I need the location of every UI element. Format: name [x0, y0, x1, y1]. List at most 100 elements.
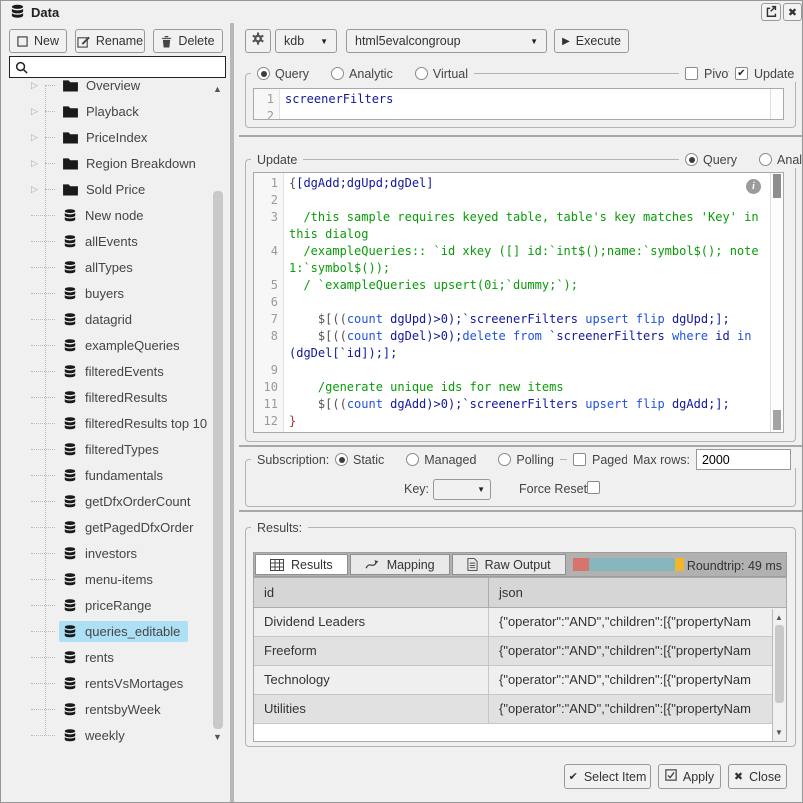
paged-checkbox[interactable] — [573, 453, 586, 466]
apply-button[interactable]: Apply — [658, 764, 721, 789]
tree-item-getpageddfxorder[interactable]: getPagedDfxOrder — [31, 514, 201, 540]
info-icon[interactable]: i — [746, 179, 761, 194]
tree-item-rents[interactable]: rents — [31, 644, 122, 670]
expand-caret-icon[interactable]: ▷ — [31, 132, 45, 143]
radio-polling[interactable]: Polling — [498, 453, 554, 467]
new-button[interactable]: New — [9, 29, 67, 53]
tree-item-pricerange[interactable]: priceRange — [31, 592, 160, 618]
max-rows-input[interactable] — [696, 449, 791, 470]
tree-item-new-node[interactable]: New node — [31, 202, 152, 228]
radio-query[interactable]: Query — [257, 67, 309, 81]
update-mode-radios: Query Analytic — [685, 153, 803, 167]
scroll-down-icon[interactable]: ▼ — [775, 728, 783, 737]
pivot-checkbox[interactable] — [685, 67, 698, 80]
tree-item-rentsvsmortages[interactable]: rentsVsMortages — [31, 670, 191, 696]
radio-button[interactable] — [331, 67, 344, 80]
radio-button[interactable] — [498, 453, 511, 466]
radio-button[interactable] — [685, 153, 698, 166]
radio-button[interactable] — [415, 67, 428, 80]
tree-item-allevents[interactable]: allEvents — [31, 228, 146, 254]
tree-item-examplequeries[interactable]: exampleQueries — [31, 332, 188, 358]
radio-button[interactable] — [257, 67, 270, 80]
tree-item-filteredevents[interactable]: filteredEvents — [31, 358, 172, 384]
tree-connector — [31, 735, 55, 736]
results-legend-label: Results: — [257, 521, 302, 535]
radio-analytic[interactable]: Analytic — [331, 67, 393, 81]
subscription-legend: Subscription: — [251, 451, 335, 468]
update-checkbox[interactable] — [735, 67, 748, 80]
scroll-up-icon[interactable]: ▲ — [775, 613, 783, 622]
table-row-dividend-leaders[interactable]: Dividend Leaders{"operator":"AND","child… — [254, 608, 786, 637]
table-row-utilities[interactable]: Utilities{"operator":"AND","children":[{… — [254, 695, 786, 724]
rename-button[interactable]: Rename — [75, 29, 145, 53]
close-button[interactable]: ✖ — [783, 3, 802, 21]
close-dialog-button[interactable]: ✖ Close — [728, 764, 787, 789]
expand-caret-icon[interactable]: ▷ — [31, 184, 45, 195]
server-type-select[interactable]: kdb ▼ — [275, 29, 337, 53]
radio-query[interactable]: Query — [685, 153, 737, 167]
tab-mapping[interactable]: Mapping — [350, 554, 450, 575]
table-row-freeform[interactable]: Freeform{"operator":"AND","children":[{"… — [254, 637, 786, 666]
radio-button[interactable] — [335, 453, 348, 466]
panel-divider[interactable] — [230, 23, 234, 803]
select-item-button[interactable]: ✔ Select Item — [564, 764, 651, 789]
close-label: Close — [749, 770, 781, 784]
expand-caret-icon[interactable]: ▷ — [31, 106, 45, 117]
expand-button[interactable] — [761, 3, 781, 21]
key-select[interactable]: ▼ — [433, 479, 491, 500]
tree-item-queries_editable[interactable]: queries_editable — [31, 618, 188, 644]
tree-item-getdfxordercount[interactable]: getDfxOrderCount — [31, 488, 199, 514]
radio-button[interactable] — [759, 153, 772, 166]
tree-item-filteredresults[interactable]: filteredResults — [31, 384, 175, 410]
tree-item-investors[interactable]: investors — [31, 540, 145, 566]
tree-item-priceindex[interactable]: ▷PriceIndex — [31, 124, 155, 150]
tree-item-buyers[interactable]: buyers — [31, 280, 132, 306]
tree-item-filteredresults-top-10[interactable]: filteredResults top 10 — [31, 410, 215, 436]
radio-analytic[interactable]: Analytic — [759, 153, 803, 167]
editor-scrollbar[interactable] — [770, 173, 783, 432]
column-header-id[interactable]: id — [254, 578, 489, 607]
tab-raw-output[interactable]: Raw Output — [452, 554, 566, 575]
tree-item-alltypes[interactable]: allTypes — [31, 254, 141, 280]
force-reset-checkbox[interactable] — [587, 481, 600, 494]
table-row-technology[interactable]: Technology{"operator":"AND","children":[… — [254, 666, 786, 695]
tree-scroll-down-icon[interactable]: ▼ — [213, 732, 222, 742]
tree-connector — [31, 345, 55, 346]
delete-button[interactable]: Delete — [153, 29, 223, 53]
code-line: 8 $[((count dgDel)>0);delete from `scree… — [254, 328, 769, 362]
search-input[interactable] — [34, 58, 222, 76]
tree-item-menu-items[interactable]: menu-items — [31, 566, 161, 592]
radio-virtual[interactable]: Virtual — [415, 67, 468, 81]
radio-managed[interactable]: Managed — [406, 453, 476, 467]
tree-item-playback[interactable]: ▷Playback — [31, 98, 147, 124]
tree-scroll-up-icon[interactable]: ▲ — [213, 84, 222, 94]
radio-static[interactable]: Static — [335, 453, 384, 467]
tab-label: Results — [291, 558, 333, 572]
tree-item-filteredtypes[interactable]: filteredTypes — [31, 436, 167, 462]
tree-item-region-breakdown[interactable]: ▷Region Breakdown — [31, 150, 204, 176]
query-code-editor[interactable]: 1screenerFilters2 — [253, 88, 784, 120]
gears-icon — [251, 32, 266, 50]
tree-scrollbar-thumb[interactable] — [213, 191, 223, 729]
tree-item-rentsbyweek[interactable]: rentsbyWeek — [31, 696, 169, 722]
connection-select[interactable]: html5evalcongroup ▼ — [346, 29, 547, 53]
tab-results[interactable]: Results — [255, 554, 348, 575]
editor-scrollbar[interactable] — [770, 89, 783, 119]
tree-item-overview[interactable]: ▷Overview — [31, 80, 148, 98]
tree-item-fundamentals[interactable]: fundamentals — [31, 462, 171, 488]
expand-caret-icon[interactable]: ▷ — [31, 158, 45, 169]
results-table: id json Dividend Leaders{"operator":"AND… — [253, 577, 787, 742]
tree-item-sold-price[interactable]: ▷Sold Price — [31, 176, 153, 202]
settings-button[interactable] — [245, 29, 271, 53]
column-header-json[interactable]: json — [489, 578, 786, 607]
x-icon: ✖ — [734, 770, 743, 783]
tree-item-datagrid[interactable]: datagrid — [31, 306, 140, 332]
scrollbar-thumb[interactable] — [773, 174, 781, 198]
tree-item-weekly[interactable]: weekly — [31, 722, 133, 748]
update-code-editor[interactable]: 1{[dgAdd;dgUpd;dgDel]23 /this sample req… — [253, 172, 784, 433]
table-scrollbar-thumb[interactable] — [775, 625, 784, 703]
radio-button[interactable] — [406, 453, 419, 466]
scrollbar-thumb[interactable] — [773, 410, 781, 430]
execute-button[interactable]: ▶ Execute — [554, 29, 629, 53]
expand-caret-icon[interactable]: ▷ — [31, 80, 45, 91]
